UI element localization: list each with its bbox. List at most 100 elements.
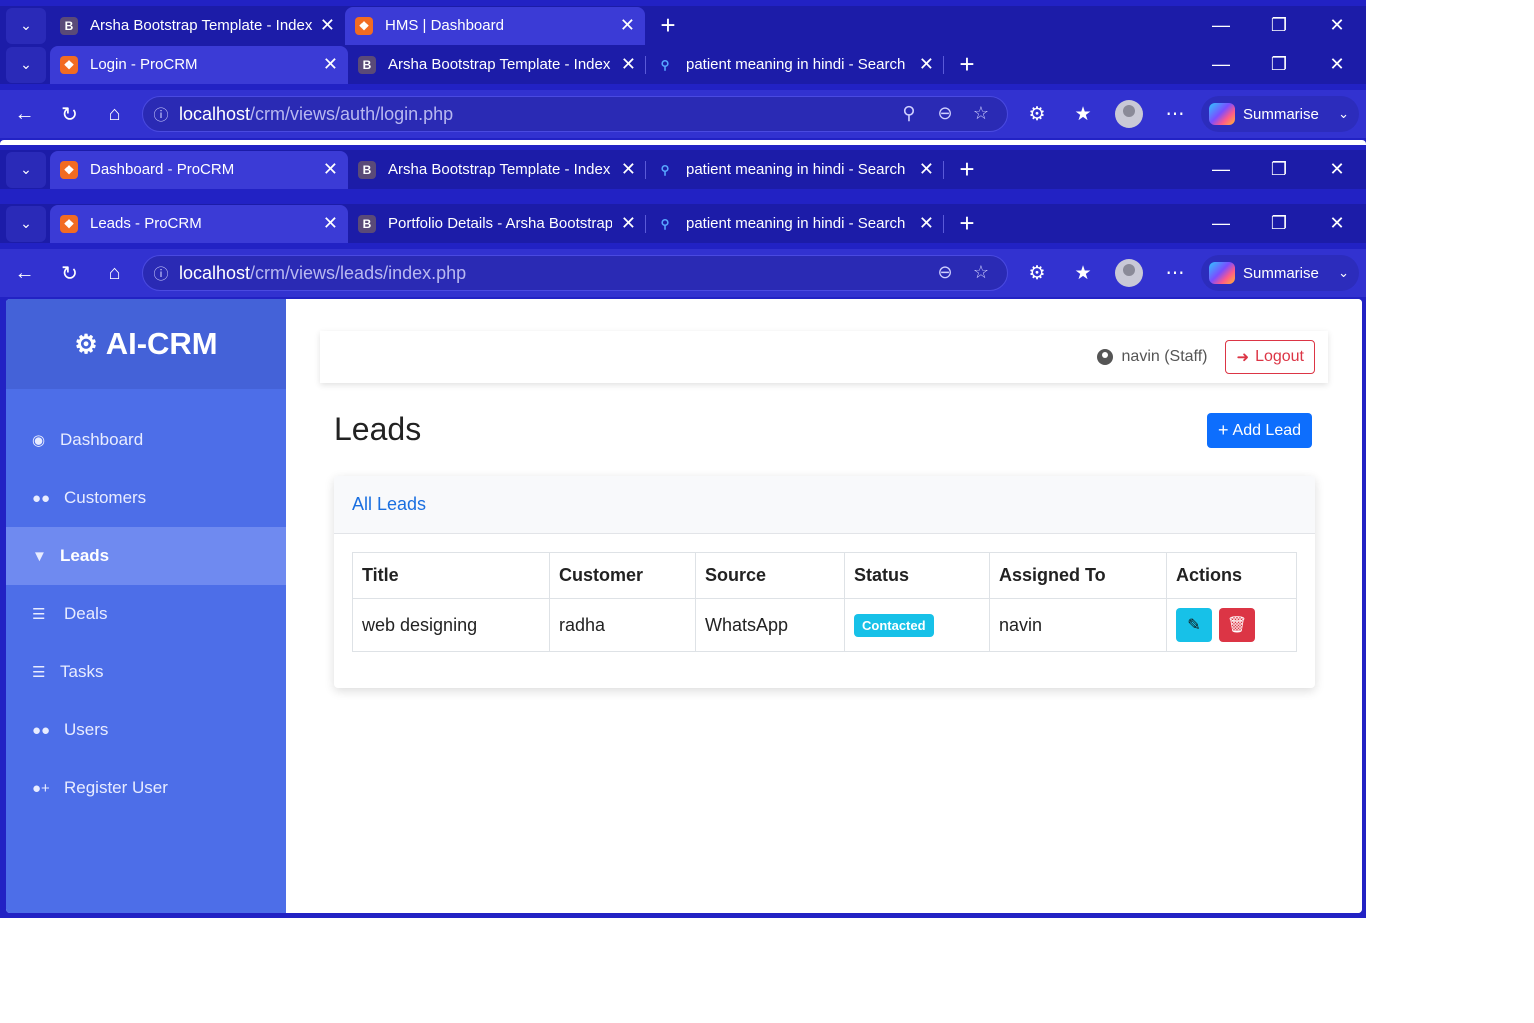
close-tab-icon[interactable]: ✕ [919, 213, 934, 234]
zoom-icon[interactable]: ⊖ [927, 262, 963, 283]
card-header: All Leads [334, 476, 1315, 534]
refresh-icon[interactable]: ↻ [47, 261, 92, 286]
restore-icon[interactable]: ❐ [1250, 204, 1308, 243]
tab-actions-dropdown[interactable]: ⌄ [6, 205, 46, 242]
page-title: Leads [334, 411, 422, 447]
brand[interactable]: ⚙ AI-CRM [6, 299, 286, 389]
tab-actions-dropdown[interactable]: ⌄ [6, 7, 46, 44]
customers-icon: ●● [32, 489, 51, 507]
sidebar-item-tasks[interactable]: ☰ Tasks [6, 643, 286, 701]
window-controls: — ❐ ✕ [1192, 150, 1366, 189]
tab-dashboard-procrm[interactable]: ❖ Dashboard - ProCRM ✕ [50, 150, 348, 189]
add-lead-button[interactable]: + Add Lead [1207, 413, 1313, 448]
tab-separator [943, 160, 944, 179]
close-window-icon[interactable]: ✕ [1308, 45, 1366, 84]
dashboard-icon: ◉ [32, 432, 46, 449]
address-bar[interactable]: ⓘ localhost/crm/views/leads/index.php ⊖ … [142, 255, 1008, 291]
sidebar-item-dashboard[interactable]: ◉ Dashboard [6, 411, 286, 469]
sidebar-item-users[interactable]: ●● Users [6, 701, 286, 759]
minimize-icon[interactable]: — [1192, 6, 1250, 45]
zoom-icon[interactable]: ⊖ [927, 103, 963, 124]
summarise-button[interactable]: Summarise ⌄ [1201, 96, 1359, 132]
top-navbar: navin (Staff) ➜ Logout [320, 331, 1328, 383]
new-tab-button[interactable]: + [645, 10, 691, 41]
close-tab-icon[interactable]: ✕ [320, 15, 335, 36]
summarise-button[interactable]: Summarise ⌄ [1201, 255, 1359, 291]
restore-icon[interactable]: ❐ [1250, 150, 1308, 189]
close-tab-icon[interactable]: ✕ [323, 159, 338, 180]
home-icon[interactable]: ⌂ [92, 103, 137, 126]
tab-search[interactable]: ⚲ patient meaning in hindi - Search ✕ [646, 46, 944, 84]
close-tab-icon[interactable]: ✕ [919, 159, 934, 180]
back-icon[interactable]: ← [2, 262, 47, 285]
close-window-icon[interactable]: ✕ [1308, 150, 1366, 189]
tab-arsha[interactable]: B Arsha Bootstrap Template - Index ✕ [348, 46, 646, 84]
tab-arsha[interactable]: B Arsha Bootstrap Template - Index ✕ [348, 151, 646, 189]
more-icon[interactable]: ⋯ [1152, 103, 1198, 126]
user-circle-icon [1096, 349, 1113, 365]
new-tab-button[interactable]: + [944, 154, 990, 185]
close-tab-icon[interactable]: ✕ [323, 54, 338, 75]
close-window-icon[interactable]: ✕ [1308, 204, 1366, 243]
refresh-icon[interactable]: ↻ [47, 102, 92, 127]
sidebar-item-leads[interactable]: ▼ Leads [6, 527, 286, 585]
minimize-icon[interactable]: — [1192, 204, 1250, 243]
lead-status-cell: Contacted [844, 598, 990, 652]
info-icon[interactable]: ⓘ [143, 263, 179, 284]
close-tab-icon[interactable]: ✕ [919, 54, 934, 75]
edit-button[interactable]: ✎ [1176, 608, 1212, 642]
search-icon: ⚲ [660, 216, 670, 231]
delete-button[interactable]: 🗑 [1219, 608, 1256, 642]
tab-search[interactable]: ⚲ patient meaning in hindi - Search ✕ [646, 205, 944, 243]
copilot-icon [1209, 262, 1235, 284]
close-tab-icon[interactable]: ✕ [620, 15, 635, 36]
close-tab-icon[interactable]: ✕ [621, 213, 636, 234]
close-tab-icon[interactable]: ✕ [323, 213, 338, 234]
tab-hms-dashboard[interactable]: ❖ HMS | Dashboard ✕ [345, 6, 645, 45]
tab-portfolio[interactable]: B Portfolio Details - Arsha Bootstrap ✕ [348, 205, 646, 243]
minimize-icon[interactable]: — [1192, 45, 1250, 84]
sidebar-item-customers[interactable]: ●● Customers [6, 469, 286, 527]
new-tab-button[interactable]: + [944, 208, 990, 239]
close-tab-icon[interactable]: ✕ [621, 54, 636, 75]
close-window-icon[interactable]: ✕ [1308, 6, 1366, 45]
sidebar-item-deals[interactable]: ☰ Deals [6, 585, 286, 643]
restore-icon[interactable]: ❐ [1250, 6, 1308, 45]
more-icon[interactable]: ⋯ [1152, 262, 1198, 285]
back-icon[interactable]: ← [2, 103, 47, 126]
extensions-icon[interactable]: ⚙ [1014, 262, 1060, 285]
key-icon[interactable]: ⚲ [891, 103, 927, 124]
restore-icon[interactable]: ❐ [1250, 45, 1308, 84]
tab-login-procrm[interactable]: ❖ Login - ProCRM ✕ [50, 45, 348, 84]
favorite-star-icon[interactable]: ☆ [963, 262, 999, 283]
users-icon: ●● [32, 721, 51, 739]
tab-actions-dropdown[interactable]: ⌄ [6, 46, 46, 83]
favorites-icon[interactable]: ★ [1060, 262, 1106, 285]
info-icon[interactable]: ⓘ [143, 104, 179, 125]
home-icon[interactable]: ⌂ [92, 262, 137, 285]
favorite-star-icon[interactable]: ☆ [963, 103, 999, 124]
tab-leads-procrm[interactable]: ❖ Leads - ProCRM ✕ [50, 204, 348, 243]
sidebar: ⚙ AI-CRM ◉ Dashboard ●● Customers ▼ Lead… [6, 299, 286, 913]
copilot-icon [1209, 103, 1235, 125]
extensions-icon[interactable]: ⚙ [1014, 103, 1060, 126]
logout-button[interactable]: ➜ Logout [1225, 340, 1315, 374]
chevron-down-icon[interactable]: ⌄ [1338, 106, 1349, 122]
toolbar-2: ← ↻ ⌂ ⓘ localhost/crm/views/leads/index.… [0, 249, 1366, 297]
tab-arsha[interactable]: B Arsha Bootstrap Template - Index ✕ [50, 7, 345, 45]
tasks-icon: ☰ [32, 664, 46, 681]
sidebar-item-register-user[interactable]: ●+ Register User [6, 759, 286, 817]
chevron-down-icon[interactable]: ⌄ [1338, 265, 1349, 281]
new-tab-button[interactable]: + [944, 49, 990, 80]
favorites-icon[interactable]: ★ [1060, 103, 1106, 126]
close-tab-icon[interactable]: ✕ [621, 159, 636, 180]
profile-avatar[interactable] [1115, 100, 1143, 128]
minimize-icon[interactable]: — [1192, 150, 1250, 189]
tab-actions-dropdown[interactable]: ⌄ [6, 151, 46, 188]
address-bar[interactable]: ⓘ localhost/crm/views/auth/login.php ⚲ ⊖… [142, 96, 1008, 132]
search-icon: ⚲ [660, 57, 670, 72]
profile-avatar[interactable] [1115, 259, 1143, 287]
handshake-icon: ☰ [32, 606, 46, 623]
tab-search[interactable]: ⚲ patient meaning in hindi - Search ✕ [646, 151, 944, 189]
tab-separator [943, 214, 944, 233]
